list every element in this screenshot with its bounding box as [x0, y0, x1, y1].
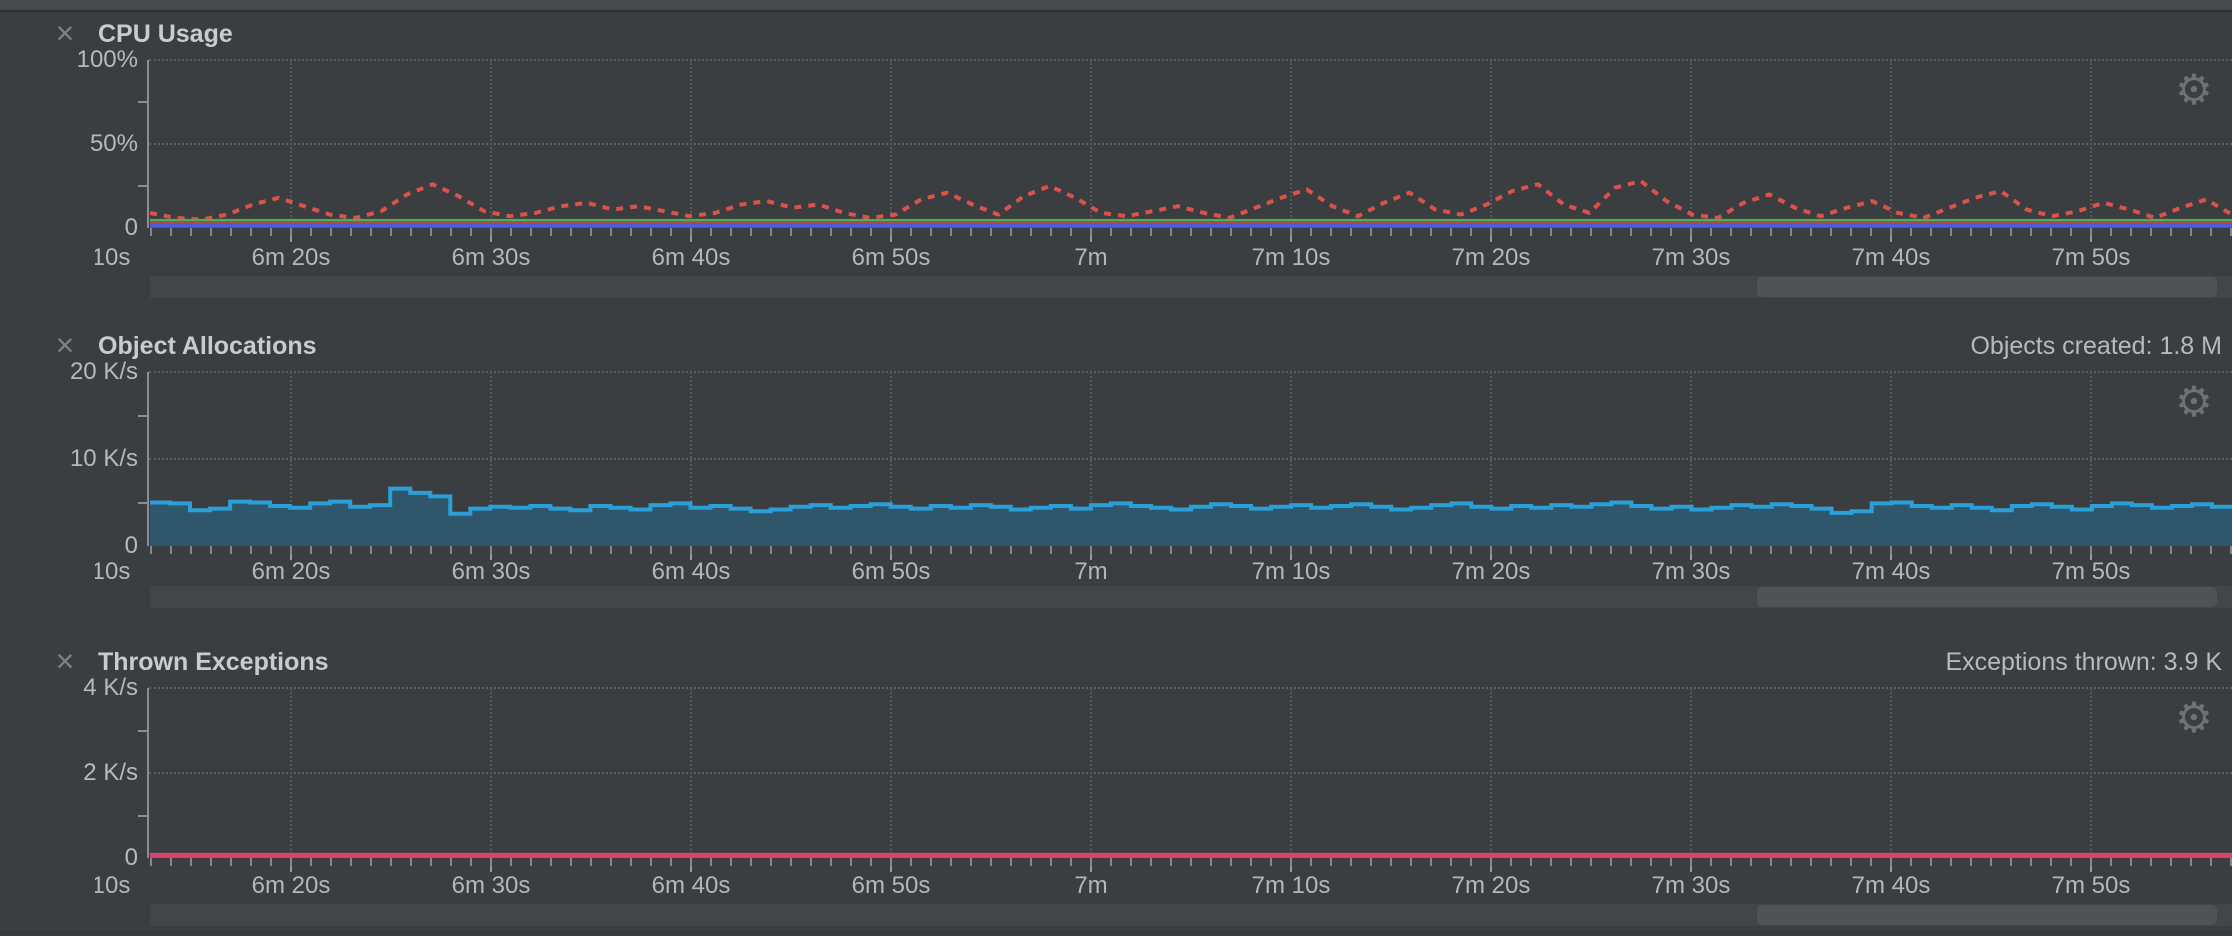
- object-allocations-chart: [150, 372, 2232, 546]
- x-axis-tick-label: 6m 10s: [95, 872, 130, 900]
- thrown-exceptions-panel: × Thrown Exceptions Exceptions thrown: 3…: [0, 630, 2232, 936]
- x-axis-tick-label: 6m 10s: [95, 244, 130, 272]
- horizontal-scrollbar-track[interactable]: [150, 586, 2232, 608]
- x-axis-tick-label: 6m 40s: [652, 558, 731, 586]
- panel-stat: Objects created: 1.8 M: [1970, 332, 2222, 361]
- bottom-edge-strip: [0, 930, 2232, 936]
- x-axis-tick-label: 6m 50s: [852, 558, 931, 586]
- thrown-exceptions-chart: [150, 688, 2232, 858]
- x-axis-tick-label: 6m 20s: [252, 558, 331, 586]
- object-allocations-panel: × Object Allocations Objects created: 1.…: [0, 318, 2232, 616]
- x-axis-tick-label: 7m 50s: [2052, 872, 2131, 900]
- y-axis-tick-label: 0: [8, 214, 138, 242]
- x-axis-label-row: 6m 10s 6m 20s 6m 30s 6m 40s 6m 50s 7m 7m 10s 7m…: [95, 872, 2232, 902]
- y-axis-tick-label: 50%: [8, 130, 138, 158]
- x-axis-tick-label: 7m: [1074, 558, 1107, 586]
- cpu-usage-panel: × CPU Usage ⚙ 100%50%06m 10s6m 20s6m 30s…: [0, 12, 2232, 306]
- y-axis-minor-tick: [138, 415, 148, 417]
- x-axis-tick-label: 7m 10s: [1252, 244, 1331, 272]
- allocation-area-fill: [150, 489, 2232, 546]
- close-icon[interactable]: ×: [48, 328, 82, 362]
- x-axis-tick-label: 6m 40s: [652, 872, 731, 900]
- close-icon[interactable]: ×: [48, 644, 82, 678]
- x-axis-tick-label: 7m 40s: [1852, 558, 1931, 586]
- x-axis-tick-label: 7m 10s: [1252, 872, 1331, 900]
- horizontal-scrollbar-thumb[interactable]: [1757, 587, 2217, 607]
- panel-stat: Exceptions thrown: 3.9 K: [1945, 648, 2222, 677]
- x-axis-tick-label: 7m: [1074, 872, 1107, 900]
- x-axis-tick-label: 6m 30s: [452, 872, 531, 900]
- x-axis-tick-label: 6m 20s: [252, 872, 331, 900]
- x-axis-minor-ticks: [150, 228, 2232, 236]
- x-axis-tick-label: 7m 30s: [1652, 558, 1731, 586]
- x-axis-tick-label: 7m 10s: [1252, 558, 1331, 586]
- y-axis-minor-tick: [138, 815, 148, 817]
- x-axis-label-row: 6m 10s 6m 20s 6m 30s 6m 40s 6m 50s 7m 7m 10s 7m…: [95, 244, 2232, 274]
- x-axis-tick-label: 7m 20s: [1452, 244, 1531, 272]
- cpu-usage-chart: [150, 60, 2232, 228]
- horizontal-scrollbar-thumb[interactable]: [1757, 277, 2217, 297]
- y-axis-minor-tick: [138, 185, 148, 187]
- x-axis-minor-ticks: [150, 546, 2232, 554]
- y-axis-tick-label: 0: [8, 532, 138, 560]
- y-axis-tick-label: 4 K/s: [8, 674, 138, 702]
- horizontal-scrollbar-track[interactable]: [150, 276, 2232, 298]
- y-axis-tick-label: 10 K/s: [8, 445, 138, 473]
- x-axis-tick-label: 6m 10s: [95, 558, 130, 586]
- x-axis-tick-label: 7m: [1074, 244, 1107, 272]
- panel-title: Thrown Exceptions: [98, 648, 329, 677]
- y-axis-tick-label: 100%: [8, 46, 138, 74]
- x-axis-label-row: 6m 10s 6m 20s 6m 30s 6m 40s 6m 50s 7m 7m 10s 7m…: [95, 558, 2232, 588]
- y-axis-tick-label: 20 K/s: [8, 358, 138, 386]
- x-axis-tick-label: 6m 40s: [652, 244, 731, 272]
- y-axis-minor-tick: [138, 101, 148, 103]
- x-axis-tick-label: 7m 20s: [1452, 872, 1531, 900]
- y-axis-minor-tick: [138, 502, 148, 504]
- x-axis-tick-label: 7m 30s: [1652, 872, 1731, 900]
- y-axis-minor-tick: [138, 730, 148, 732]
- x-axis-tick-label: 7m 40s: [1852, 244, 1931, 272]
- x-axis-tick-label: 6m 30s: [452, 244, 531, 272]
- top-divider-strip: [0, 0, 2232, 12]
- x-axis-tick-label: 7m 50s: [2052, 558, 2131, 586]
- horizontal-scrollbar-track[interactable]: [150, 904, 2232, 926]
- y-axis-tick-label: 0: [8, 844, 138, 872]
- x-axis-tick-label: 7m 40s: [1852, 872, 1931, 900]
- panel-title: CPU Usage: [98, 20, 233, 49]
- x-axis-tick-label: 7m 20s: [1452, 558, 1531, 586]
- horizontal-scrollbar-thumb[interactable]: [1757, 905, 2217, 925]
- x-axis-tick-label: 6m 50s: [852, 872, 931, 900]
- y-axis-tick-label: 2 K/s: [8, 759, 138, 787]
- x-axis-tick-label: 6m 20s: [252, 244, 331, 272]
- close-icon[interactable]: ×: [48, 16, 82, 50]
- x-axis-tick-label: 6m 30s: [452, 558, 531, 586]
- panel-title: Object Allocations: [98, 332, 317, 361]
- x-axis-tick-label: 6m 50s: [852, 244, 931, 272]
- profiler-telemetry-view: × CPU Usage ⚙ 100%50%06m 10s6m 20s6m 30s…: [0, 0, 2232, 936]
- cpu-usage-dotted-red-line: [150, 181, 2232, 220]
- x-axis-minor-ticks: [150, 858, 2232, 866]
- x-axis-tick-label: 7m 50s: [2052, 244, 2131, 272]
- x-axis-tick-label: 7m 30s: [1652, 244, 1731, 272]
